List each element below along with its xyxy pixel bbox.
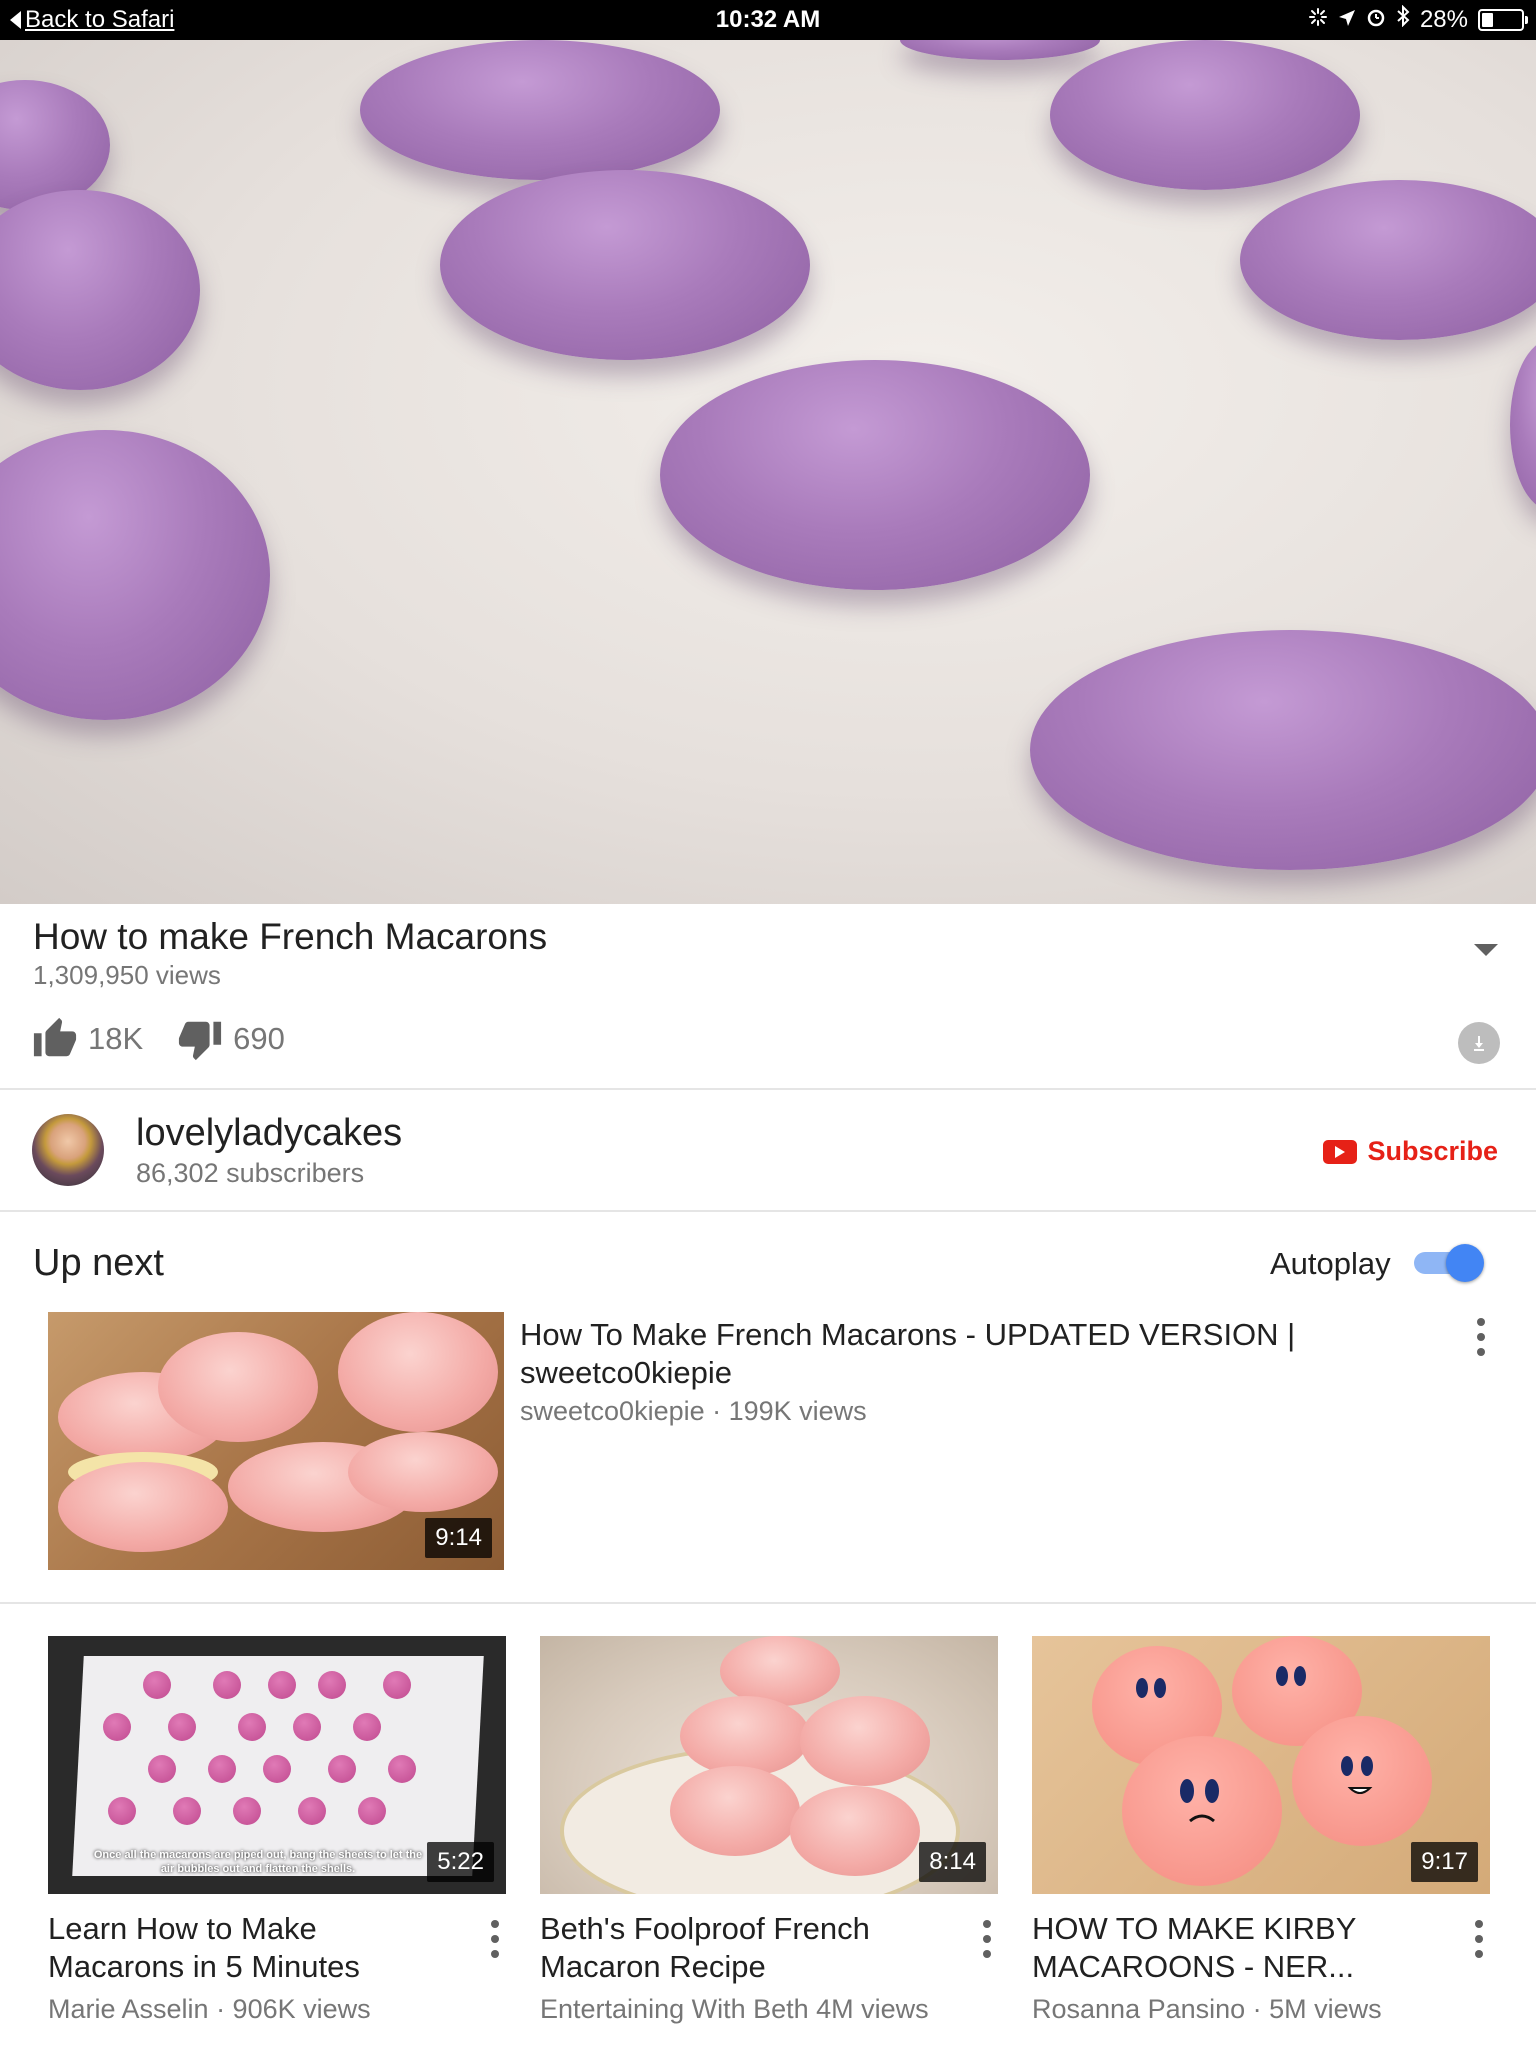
more-options-icon[interactable] <box>488 1920 500 1960</box>
piped-batter-dot <box>233 1797 261 1825</box>
macaron-image <box>1510 340 1536 531</box>
channel-avatar[interactable] <box>32 1114 104 1186</box>
toggle-knob <box>1446 1244 1484 1282</box>
channel-name[interactable]: lovelyladycakes <box>136 1112 402 1155</box>
location-icon <box>1338 6 1356 34</box>
piped-batter-dot <box>168 1713 196 1741</box>
thumbs-down-icon <box>179 1021 222 1061</box>
piped-batter-dot <box>328 1755 356 1783</box>
piped-batter-dot <box>103 1713 131 1741</box>
video-duration: 8:14 <box>919 1842 986 1882</box>
piped-batter-dot <box>388 1755 416 1783</box>
macaron-image <box>0 430 270 755</box>
up-next-heading: Up next <box>33 1242 164 1284</box>
video-thumbnail[interactable]: 8:14 <box>540 1636 998 1894</box>
expand-description-icon[interactable] <box>1474 944 1498 956</box>
macaron-image <box>1050 40 1360 208</box>
dislike-button[interactable]: 690 <box>177 1016 319 1062</box>
piped-batter-dot <box>263 1755 291 1783</box>
piped-batter-dot <box>353 1713 381 1741</box>
video-meta: sweetco0kiepie · 199K views <box>520 1396 867 1426</box>
piped-batter-dot <box>213 1671 241 1699</box>
piped-batter-dot <box>318 1671 346 1699</box>
macaron-image <box>680 1696 810 1776</box>
battery-fill <box>1482 12 1493 27</box>
video-info: How to make French Macarons 1,309,950 vi… <box>0 904 1536 1090</box>
video-title[interactable]: How To Make French Macarons - UPDATED VE… <box>520 1316 1350 1392</box>
bluetooth-icon <box>1396 4 1410 34</box>
video-duration: 5:22 <box>427 1842 494 1882</box>
macaron-image <box>158 1332 318 1442</box>
piped-batter-dot <box>293 1713 321 1741</box>
activity-icon <box>1308 6 1328 34</box>
macaron-image <box>790 1786 920 1876</box>
macaron-image <box>1030 630 1536 899</box>
piped-batter-dot <box>143 1671 171 1699</box>
piped-batter-dot <box>173 1797 201 1825</box>
macaron-image <box>660 360 1090 618</box>
video-meta: Rosanna Pansino · 5M views <box>1032 1994 1382 2024</box>
download-icon <box>1474 1036 1484 1051</box>
subscribe-button[interactable]: Subscribe <box>1323 1136 1498 1167</box>
piped-batter-dot <box>208 1755 236 1783</box>
youtube-logo-icon <box>1323 1139 1358 1164</box>
subscribe-label: Subscribe <box>1367 1136 1498 1166</box>
macaron-image <box>58 1462 228 1552</box>
macaron-image <box>800 1696 930 1786</box>
battery-percent: 28% <box>1419 5 1468 33</box>
view-count: 1,309,950 views <box>33 960 221 990</box>
video-title[interactable]: Learn How to Make Macarons in 5 Minutes <box>48 1910 448 1986</box>
video-player[interactable] <box>0 40 1536 904</box>
up-next-item[interactable]: 8:14 Beth's Foolproof French Macaron Rec… <box>540 1636 998 2024</box>
thumbs-up-icon <box>33 1017 77 1057</box>
video-thumbnail[interactable]: 9:17 <box>1032 1636 1490 1894</box>
video-meta: Marie Asselin · 906K views <box>48 1994 371 2024</box>
video-duration: 9:14 <box>425 1518 492 1558</box>
video-title[interactable]: Beth's Foolproof French Macaron Recipe <box>540 1910 940 1986</box>
piped-batter-dot <box>298 1797 326 1825</box>
channel-row: lovelyladycakes 86,302 subscribers Subsc… <box>0 1092 1536 1212</box>
status-bar: Back to Safari 10:32 AM 28% <box>0 0 1536 40</box>
video-thumbnail[interactable]: 9:14 <box>48 1312 504 1570</box>
macaron-image <box>360 40 720 197</box>
video-caption: Once all the macarons are piped out, ban… <box>93 1849 423 1875</box>
macaron-image <box>0 190 200 414</box>
macaron-image <box>338 1312 498 1432</box>
battery-icon <box>1478 8 1528 31</box>
autoplay-toggle[interactable] <box>1414 1244 1486 1282</box>
alarm-icon <box>1366 6 1386 34</box>
dislike-count: 690 <box>233 1021 285 1056</box>
subscriber-count: 86,302 subscribers <box>136 1158 365 1188</box>
video-duration: 9:17 <box>1411 1842 1478 1882</box>
macaron-image <box>670 1766 800 1856</box>
video-meta: Entertaining With Beth 4M views <box>540 1994 929 2024</box>
piped-batter-dot <box>238 1713 266 1741</box>
macaron-image <box>348 1432 498 1512</box>
status-time: 10:32 AM <box>715 6 821 33</box>
video-title[interactable]: HOW TO MAKE KIRBY MACAROONS - NER... <box>1032 1910 1432 1986</box>
up-next-first-item[interactable]: 9:14 How To Make French Macarons - UPDAT… <box>0 1312 1536 1604</box>
like-button[interactable]: 18K <box>32 1016 177 1062</box>
piped-batter-dot <box>358 1797 386 1825</box>
video-title: How to make French Macarons <box>33 916 548 957</box>
up-next-item[interactable]: Once all the macarons are piped out, ban… <box>48 1636 506 2024</box>
piped-batter-dot <box>148 1755 176 1783</box>
piped-batter-dot <box>383 1671 411 1699</box>
macaron-image <box>900 40 1100 65</box>
download-button[interactable] <box>1458 1022 1500 1064</box>
video-thumbnail[interactable]: Once all the macarons are piped out, ban… <box>48 1636 506 1894</box>
more-options-icon[interactable] <box>1474 1318 1486 1358</box>
autoplay-label: Autoplay <box>1270 1246 1391 1281</box>
macaron-image <box>1240 180 1536 360</box>
up-next-item[interactable]: 9:17 HOW TO MAKE KIRBY MACAROONS - NER..… <box>1032 1636 1490 2024</box>
piped-batter-dot <box>108 1797 136 1825</box>
like-count: 18K <box>88 1021 144 1056</box>
more-options-icon[interactable] <box>1472 1920 1484 1960</box>
piped-batter-dot <box>268 1671 296 1699</box>
more-options-icon[interactable] <box>980 1920 992 1960</box>
macaron-image <box>440 170 810 383</box>
